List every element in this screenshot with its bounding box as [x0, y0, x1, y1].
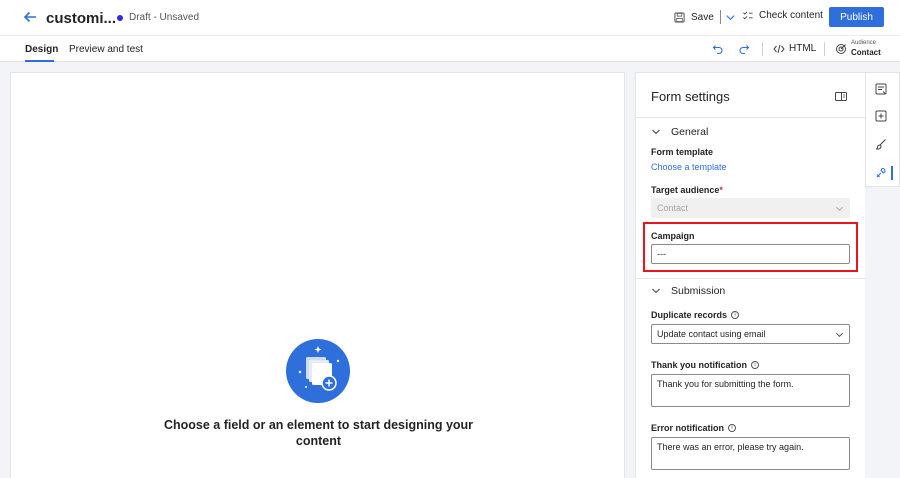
- html-label: HTML: [789, 43, 817, 54]
- audience-value[interactable]: Contact: [851, 48, 881, 57]
- back-arrow-icon[interactable]: [22, 9, 38, 25]
- check-content-label: Check content: [759, 10, 823, 21]
- design-canvas[interactable]: Choose a field or an element to start de…: [10, 72, 625, 478]
- duplicate-records-select[interactable]: Update contact using email: [651, 324, 850, 344]
- toolbar-divider: [824, 42, 825, 56]
- duplicate-records-value: Update contact using email: [657, 329, 766, 339]
- status-indicator: Draft - Unsaved: [117, 12, 199, 23]
- form-template-label: Form template: [651, 147, 714, 157]
- form-fields-icon[interactable]: [875, 83, 887, 95]
- info-icon[interactable]: i: [731, 311, 740, 319]
- toolbar-divider: [762, 42, 763, 56]
- active-tab-indicator: [25, 60, 54, 62]
- tab-design[interactable]: Design: [25, 44, 58, 55]
- draft-dot-icon: [117, 14, 123, 21]
- add-element-icon[interactable]: [875, 110, 887, 122]
- duplicate-records-label: Duplicate records i: [651, 310, 740, 320]
- general-section-label: General: [671, 126, 709, 138]
- target-audience-label: Target audience *: [651, 185, 723, 195]
- audience-target-icon[interactable]: [835, 43, 847, 55]
- info-icon[interactable]: i: [728, 424, 737, 432]
- chevron-down-icon: [836, 206, 843, 211]
- target-audience-value: Contact: [657, 203, 689, 213]
- audience-label: Audience: [851, 40, 877, 46]
- error-notification-textarea[interactable]: There was an error, please try again.: [651, 437, 850, 470]
- panel-toggle-icon[interactable]: [835, 92, 847, 101]
- active-tool-indicator: [891, 166, 893, 180]
- save-icon: [674, 11, 685, 23]
- theme-brush-icon[interactable]: [875, 138, 887, 150]
- right-tool-rail: [865, 72, 900, 187]
- chevron-down-icon: [652, 129, 660, 135]
- chevron-down-icon[interactable]: [725, 12, 736, 23]
- add-element-icon: [286, 339, 350, 403]
- save-divider: [719, 10, 721, 24]
- settings-tools-icon[interactable]: [875, 167, 887, 179]
- publish-button[interactable]: Publish: [829, 7, 884, 27]
- checklist-icon: [743, 11, 753, 20]
- chevron-down-icon: [652, 288, 660, 294]
- submission-section-label: Submission: [671, 285, 726, 297]
- submission-section-header[interactable]: Submission: [651, 285, 725, 297]
- thank-you-notification-label: Thank you notification i: [651, 360, 759, 370]
- code-icon: [773, 44, 785, 53]
- chevron-down-icon: [836, 332, 843, 337]
- general-section-header[interactable]: General: [651, 126, 708, 138]
- choose-template-link[interactable]: Choose a template: [651, 162, 727, 172]
- html-button[interactable]: HTML: [773, 43, 816, 54]
- tab-preview-and-test[interactable]: Preview and test: [69, 44, 143, 55]
- section-divider: [636, 278, 865, 279]
- empty-state-text: Choose a field or an element to start de…: [163, 418, 474, 448]
- top-bar: customi... Draft - Unsaved Save Check co…: [0, 0, 900, 35]
- status-text: Draft - Unsaved: [129, 12, 200, 23]
- tab-bar: Design Preview and test HTML Audience Co…: [0, 35, 900, 62]
- form-settings-panel: Form settings General Form template Choo…: [635, 72, 865, 478]
- check-content-button[interactable]: Check content: [742, 10, 823, 21]
- thank-you-label-text: Thank you notification: [651, 360, 747, 370]
- error-notification-label: Error notification i: [651, 423, 737, 433]
- undo-icon[interactable]: [712, 43, 724, 55]
- redo-icon[interactable]: [738, 43, 750, 55]
- save-button[interactable]: Save: [674, 10, 736, 24]
- duplicate-records-label-text: Duplicate records: [651, 310, 728, 320]
- panel-divider: [636, 117, 865, 118]
- thank-you-notification-textarea[interactable]: Thank you for submitting the form.: [651, 374, 850, 407]
- error-label-text: Error notification: [651, 423, 725, 433]
- required-mark: *: [719, 185, 723, 195]
- page-title: customi...: [46, 10, 117, 27]
- target-audience-label-text: Target audience: [651, 185, 720, 195]
- target-audience-select: Contact: [651, 198, 850, 218]
- save-label: Save: [691, 11, 714, 23]
- panel-title: Form settings: [651, 89, 730, 104]
- campaign-highlight-box: [643, 222, 858, 272]
- info-icon[interactable]: i: [751, 361, 759, 369]
